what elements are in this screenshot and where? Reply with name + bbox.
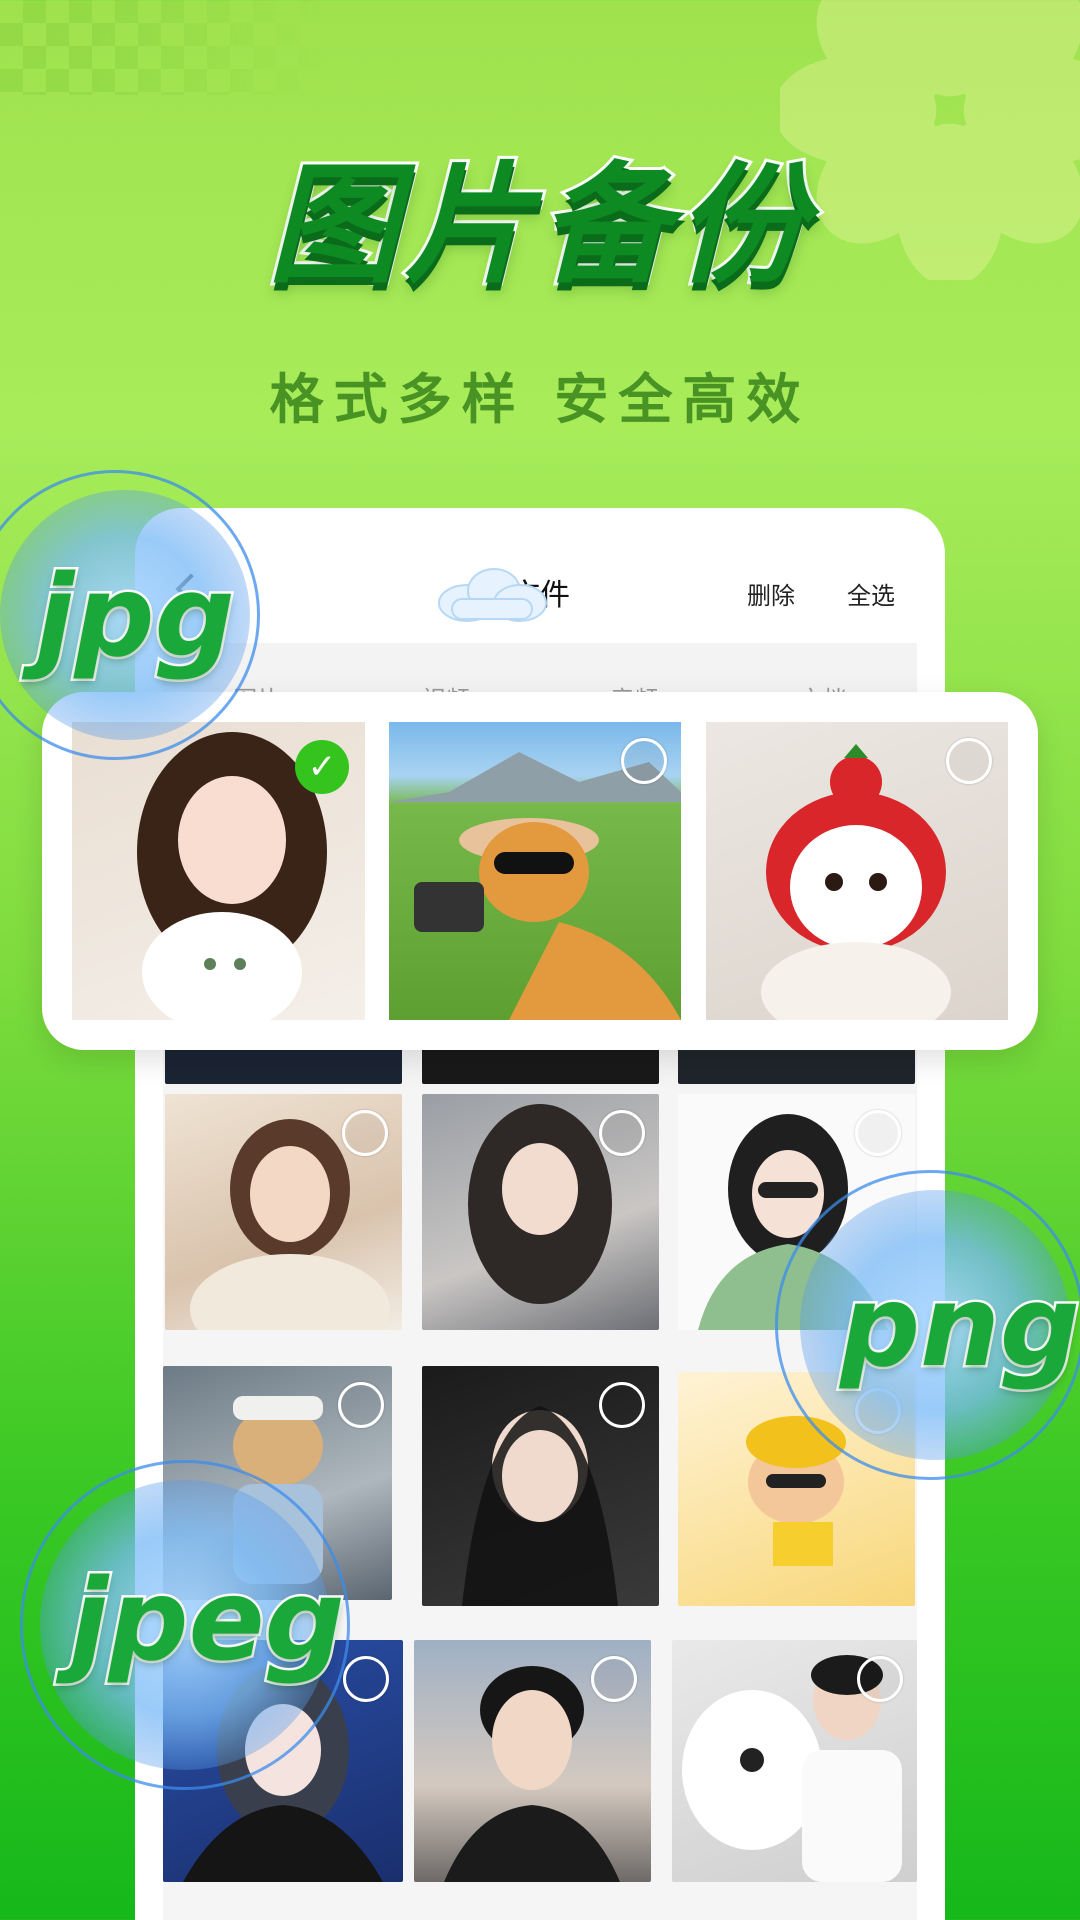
format-badge-jpeg: jpeg xyxy=(68,1554,348,1689)
select-circle[interactable] xyxy=(621,738,667,784)
select-circle[interactable] xyxy=(343,1656,389,1702)
photo-tile-peek-3[interactable] xyxy=(678,1048,915,1084)
select-circle[interactable] xyxy=(599,1110,645,1156)
select-circle[interactable] xyxy=(855,1110,901,1156)
select-circle[interactable] xyxy=(857,1656,903,1702)
checker-pattern xyxy=(0,0,330,95)
select-all-button[interactable]: 全选 xyxy=(847,576,895,611)
select-circle[interactable] xyxy=(946,738,992,784)
photo-tile[interactable] xyxy=(414,1640,651,1882)
featured-photos-card: ✓ xyxy=(42,692,1038,1050)
photo-tile[interactable] xyxy=(165,1094,402,1330)
format-badge-jpg: jpg xyxy=(34,550,238,685)
hero-subtitle: 格式多样 安全高效 xyxy=(269,368,811,431)
photo-tile-selected[interactable]: ✓ xyxy=(72,722,365,1020)
selected-check-icon[interactable]: ✓ xyxy=(295,740,349,794)
select-circle[interactable] xyxy=(342,1110,388,1156)
select-circle[interactable] xyxy=(338,1382,384,1428)
select-circle[interactable] xyxy=(599,1382,645,1428)
hero-title: 图片备份 xyxy=(265,146,812,304)
photo-tile[interactable] xyxy=(389,722,681,1020)
cloud-icon xyxy=(438,568,547,622)
photo-tile[interactable] xyxy=(706,722,1008,1020)
photo-tile-peek-2[interactable] xyxy=(422,1048,659,1084)
delete-button[interactable]: 删除 xyxy=(747,576,795,611)
photo-tile[interactable] xyxy=(422,1094,659,1330)
photo-tile[interactable] xyxy=(672,1640,917,1882)
format-badge-png: png xyxy=(837,1260,1080,1395)
photo-tile-peek-1[interactable] xyxy=(165,1048,402,1084)
select-circle[interactable] xyxy=(591,1656,637,1702)
photo-tile[interactable] xyxy=(422,1366,659,1606)
